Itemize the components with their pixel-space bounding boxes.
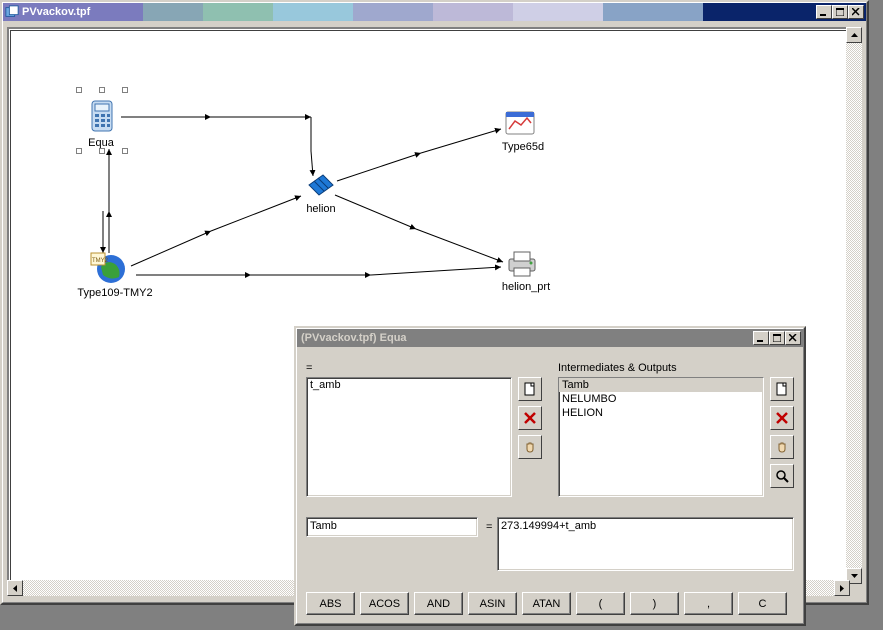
panel-icon bbox=[303, 171, 339, 203]
selection-handle[interactable] bbox=[99, 87, 105, 93]
find-output-button[interactable] bbox=[770, 464, 794, 488]
inputs-label: = bbox=[306, 362, 312, 374]
fn-rparen-button[interactable]: ) bbox=[630, 592, 679, 615]
fn-acos-button[interactable]: ACOS bbox=[360, 592, 409, 615]
equa-minimize-button[interactable] bbox=[753, 331, 769, 345]
outputs-listbox[interactable]: Tamb NELUMBO HELION bbox=[558, 377, 764, 497]
minimize-button[interactable] bbox=[816, 5, 832, 19]
inputs-listbox[interactable]: t_amb bbox=[306, 377, 512, 497]
fn-abs-button[interactable]: ABS bbox=[306, 592, 355, 615]
vertical-scrollbar[interactable] bbox=[846, 27, 862, 584]
node-type65d-label: Type65d bbox=[493, 141, 553, 153]
node-helion-prt-label: helion_prt bbox=[491, 281, 561, 293]
equa-maximize-button[interactable] bbox=[769, 331, 785, 345]
new-output-button[interactable] bbox=[770, 377, 794, 401]
page-icon bbox=[523, 382, 537, 396]
printer-icon bbox=[505, 249, 539, 279]
hand-icon bbox=[523, 440, 537, 454]
selection-handle[interactable] bbox=[122, 148, 128, 154]
close-button[interactable] bbox=[848, 5, 864, 19]
selection-handle[interactable] bbox=[76, 87, 82, 93]
app-icon bbox=[5, 5, 19, 19]
list-item[interactable]: HELION bbox=[559, 406, 763, 420]
x-icon bbox=[524, 412, 536, 424]
fn-and-button[interactable]: AND bbox=[414, 592, 463, 615]
selection-handle[interactable] bbox=[122, 87, 128, 93]
hand-icon bbox=[775, 440, 789, 454]
equa-title: (PVvackov.tpf) Equa bbox=[301, 332, 407, 344]
fn-asin-button[interactable]: ASIN bbox=[468, 592, 517, 615]
selection-handle[interactable] bbox=[76, 148, 82, 154]
fn-clear-button[interactable]: C bbox=[738, 592, 787, 615]
fn-comma-button[interactable]: , bbox=[684, 592, 733, 615]
scroll-left-button[interactable] bbox=[7, 580, 23, 596]
globe-icon: TMY2 bbox=[89, 249, 129, 285]
expression-input[interactable]: 273.149994+t_amb bbox=[497, 517, 794, 571]
page-icon bbox=[775, 382, 789, 396]
variable-name-input[interactable]: Tamb bbox=[306, 517, 478, 537]
expr-equals-label: = bbox=[486, 521, 492, 533]
delete-input-button[interactable] bbox=[518, 406, 542, 430]
search-icon bbox=[775, 469, 789, 483]
scroll-right-button[interactable] bbox=[834, 580, 850, 596]
x-icon bbox=[776, 412, 788, 424]
chart-icon bbox=[503, 109, 537, 139]
edit-output-button[interactable] bbox=[770, 435, 794, 459]
list-item[interactable]: Tamb bbox=[559, 378, 763, 392]
delete-output-button[interactable] bbox=[770, 406, 794, 430]
edit-input-button[interactable] bbox=[518, 435, 542, 459]
equa-close-button[interactable] bbox=[785, 331, 801, 345]
outputs-label: Intermediates & Outputs bbox=[558, 362, 677, 374]
scroll-up-button[interactable] bbox=[846, 27, 862, 43]
fn-atan-button[interactable]: ATAN bbox=[522, 592, 571, 615]
list-item[interactable]: NELUMBO bbox=[559, 392, 763, 406]
scroll-track[interactable] bbox=[846, 43, 862, 568]
main-titlebar[interactable]: PVvackov.tpf bbox=[3, 3, 866, 21]
calculator-icon bbox=[87, 99, 117, 135]
equa-titlebar[interactable]: (PVvackov.tpf) Equa bbox=[297, 329, 803, 347]
equa-window: (PVvackov.tpf) Equa = t_amb Intermediate… bbox=[294, 326, 806, 626]
list-item[interactable]: t_amb bbox=[307, 378, 511, 392]
maximize-button[interactable] bbox=[832, 5, 848, 19]
main-title: PVvackov.tpf bbox=[22, 6, 90, 18]
svg-text:TMY2: TMY2 bbox=[92, 258, 109, 264]
new-input-button[interactable] bbox=[518, 377, 542, 401]
node-helion-label: helion bbox=[299, 203, 343, 215]
fn-lparen-button[interactable]: ( bbox=[576, 592, 625, 615]
selection-handle[interactable] bbox=[99, 148, 105, 154]
node-type109-label: Type109-TMY2 bbox=[65, 287, 165, 299]
